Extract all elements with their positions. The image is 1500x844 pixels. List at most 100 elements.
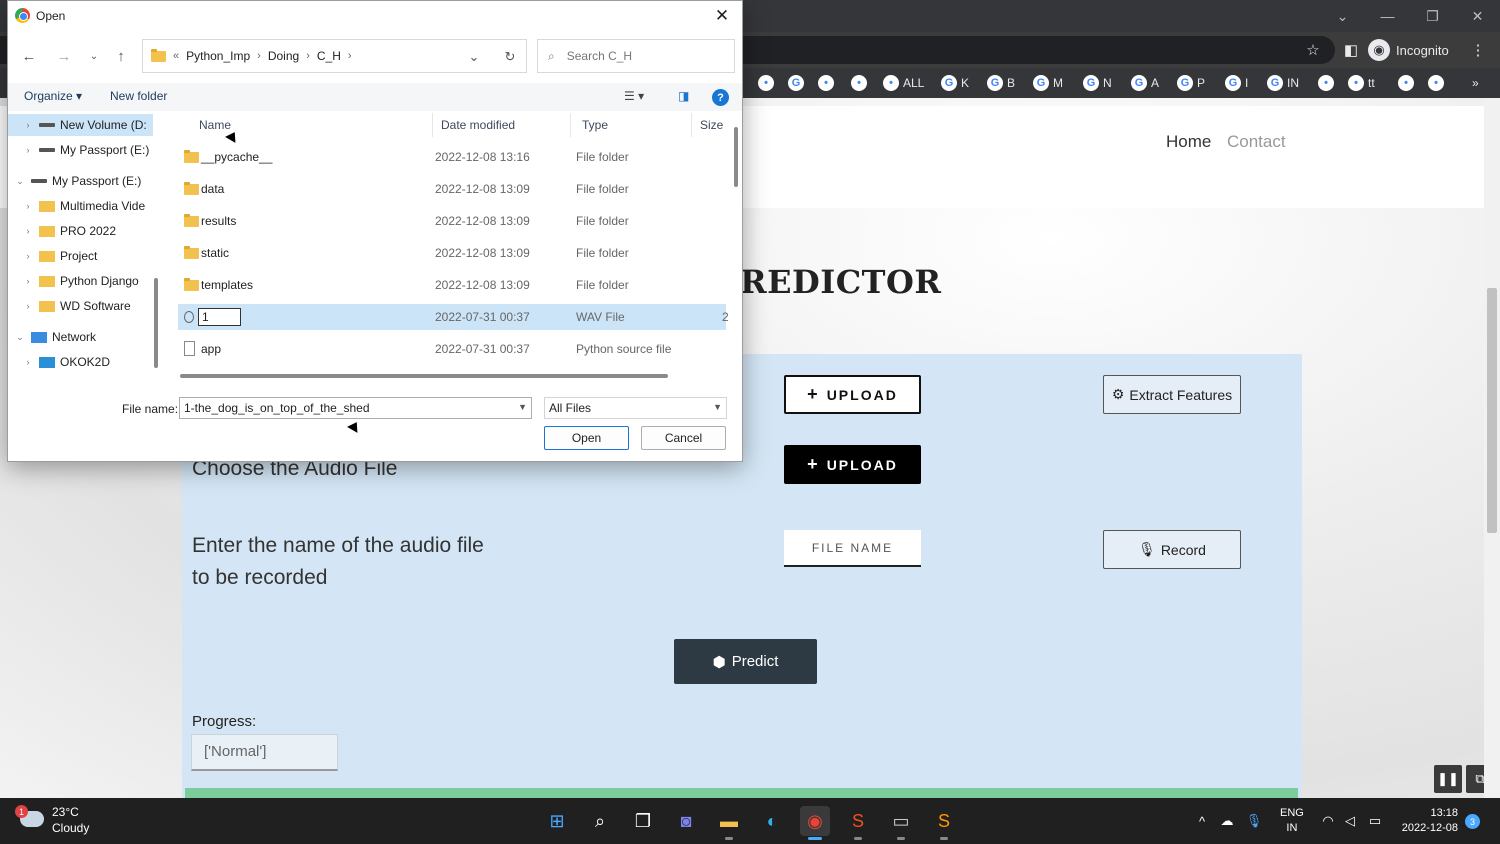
upload-button-primary[interactable]: + UPLOAD — [784, 375, 921, 414]
page-scrollbar[interactable] — [1484, 98, 1500, 798]
chevron-right-icon[interactable]: › — [22, 120, 34, 130]
chevron-down-icon[interactable]: ⌄ — [14, 332, 26, 343]
minimize-icon[interactable]: — — [1365, 0, 1410, 32]
address-dropdown-icon[interactable]: ⌄ — [461, 40, 487, 74]
battery-icon[interactable]: ▭ — [1364, 806, 1386, 836]
bookmark-item[interactable]: G IN — [1267, 73, 1299, 93]
rename-input[interactable]: 1 — [198, 308, 241, 326]
help-icon[interactable]: ? — [712, 89, 729, 106]
chevron-down-icon[interactable]: ⌄ — [1320, 0, 1365, 32]
breadcrumb-item[interactable]: C_H — [317, 49, 341, 63]
weather-widget[interactable]: 1 23°C Cloudy — [15, 804, 89, 836]
bookmark-item[interactable]: • — [1318, 73, 1338, 93]
search-input[interactable]: ⌕ Search C_H — [537, 39, 735, 73]
extract-features-button[interactable]: ⚙ Extract Features — [1103, 375, 1241, 414]
tree-item[interactable]: › My Passport (E:) — [8, 139, 153, 161]
tree-item[interactable]: › Multimedia Vide — [8, 195, 153, 217]
open-button[interactable]: Open — [544, 426, 629, 450]
tree-item[interactable]: › WD Software — [8, 295, 153, 317]
file-list-horizontal-scrollbar[interactable] — [178, 371, 668, 379]
bookmark-item[interactable]: GN — [1083, 73, 1112, 93]
breadcrumb-chevron-icon[interactable]: › — [348, 50, 352, 62]
onedrive-icon[interactable]: ☁ — [1216, 806, 1238, 836]
file-row[interactable]: app 2022-07-31 00:37 Python source file — [178, 336, 726, 362]
chevron-right-icon[interactable]: › — [22, 201, 34, 211]
recent-locations-chevron-icon[interactable]: ⌄ — [83, 45, 105, 67]
sidebar-icon[interactable]: ◧ — [1341, 40, 1361, 60]
star-icon[interactable]: ☆ — [1303, 40, 1323, 60]
task-view-icon[interactable]: ❐ — [628, 806, 658, 836]
nav-home-link[interactable]: Home — [1166, 132, 1211, 152]
preview-pane-icon[interactable]: ◨ — [678, 89, 689, 103]
menu-icon[interactable]: ⋮ — [1468, 40, 1488, 60]
up-arrow-icon[interactable]: ↑ — [110, 45, 132, 67]
start-icon[interactable]: ⊞ — [542, 806, 572, 836]
tree-item[interactable]: › New Volume (D: — [8, 114, 153, 136]
chevron-right-icon[interactable]: › — [22, 276, 34, 286]
bookmarks-overflow-icon[interactable]: » — [1472, 73, 1479, 93]
search-icon[interactable]: ⌕ — [585, 806, 615, 836]
bookmark-item[interactable]: • tt — [1348, 73, 1375, 93]
bookmark-item[interactable]: G — [788, 73, 808, 93]
bookmark-item[interactable]: • — [818, 73, 838, 93]
tree-item[interactable]: › OKOK2D — [8, 351, 153, 373]
nav-contact-link[interactable]: Contact — [1227, 132, 1286, 152]
bookmark-item[interactable]: GB — [987, 73, 1015, 93]
terminal-icon[interactable]: ▭ — [886, 806, 916, 840]
file-type-select[interactable]: All Files ▼ — [544, 397, 727, 419]
tree-item[interactable]: ⌄ Network — [8, 326, 153, 348]
sublime-text-icon[interactable]: S — [929, 806, 959, 840]
chevron-right-icon[interactable]: › — [22, 357, 34, 367]
column-header-size[interactable]: Size — [694, 113, 728, 137]
scrollbar-thumb[interactable] — [734, 127, 738, 187]
close-icon[interactable]: ✕ — [708, 5, 736, 27]
column-header-type[interactable]: Type — [576, 113, 692, 137]
scrollbar-thumb[interactable] — [180, 374, 668, 378]
incognito-indicator[interactable]: ◉ Incognito — [1368, 37, 1449, 63]
organize-button[interactable]: Organize ▾ — [24, 89, 82, 103]
bookmark-item[interactable]: GA — [1131, 73, 1159, 93]
clock[interactable]: 13:18 2022-12-08 — [1398, 806, 1458, 836]
microphone-icon[interactable]: 🎙 — [1244, 806, 1264, 836]
file-row[interactable]: 1 2022-07-31 00:37 WAV File 2 — [178, 304, 729, 330]
cancel-button[interactable]: Cancel — [641, 426, 726, 450]
tree-item[interactable]: › Project — [8, 245, 153, 267]
close-icon[interactable]: ✕ — [1455, 0, 1500, 32]
wifi-icon[interactable]: ◠ — [1318, 806, 1338, 836]
predict-button[interactable]: ⬢ Predict — [674, 639, 817, 684]
teams-chat-icon[interactable]: ◙ — [671, 806, 701, 836]
tree-item[interactable]: ⌄ My Passport (E:) — [8, 170, 153, 192]
tree-item[interactable]: › Python Django — [8, 270, 153, 292]
file-row[interactable]: static 2022-12-08 13:09 File folder — [178, 240, 726, 266]
file-name-input[interactable]: FILE NAME — [784, 530, 921, 567]
breadcrumb-item[interactable]: Python_Imp — [186, 49, 250, 63]
pause-icon[interactable]: ❚❚ — [1434, 765, 1462, 793]
file-list-scrollbar[interactable] — [732, 113, 742, 371]
bookmark-item[interactable]: • — [851, 73, 871, 93]
chevron-right-icon[interactable]: › — [22, 251, 34, 261]
file-row[interactable]: data 2022-12-08 13:09 File folder — [178, 176, 726, 202]
breadcrumb[interactable]: « Python_Imp › Doing › C_H › ⌄ ↻ — [142, 39, 527, 73]
scrollbar-thumb[interactable] — [154, 278, 158, 368]
bookmark-item[interactable]: • — [1428, 73, 1448, 93]
bookmark-item[interactable]: • — [758, 73, 778, 93]
volume-icon[interactable]: ◁ — [1340, 806, 1360, 836]
restore-icon[interactable]: ❐ — [1410, 0, 1455, 32]
file-name-field[interactable]: 1-the_dog_is_on_top_of_the_shed ▼ — [179, 397, 532, 419]
bookmark-item[interactable]: • ALL — [883, 73, 924, 93]
sublime-merge-icon[interactable]: S — [843, 806, 873, 840]
bookmark-item[interactable]: GP — [1177, 73, 1205, 93]
scrollbar-thumb[interactable] — [1487, 288, 1497, 533]
bookmark-item[interactable]: • — [1398, 73, 1418, 93]
chevron-right-icon[interactable]: › — [22, 226, 34, 236]
view-options-icon[interactable]: ☰ ▾ — [624, 89, 644, 103]
file-explorer-icon[interactable]: ▬ — [714, 806, 744, 840]
bookmark-item[interactable]: GI — [1225, 73, 1248, 93]
chevron-down-icon[interactable]: ▼ — [518, 402, 527, 412]
column-header-date[interactable]: Date modified — [435, 113, 571, 137]
breadcrumb-chevron-icon[interactable]: › — [306, 50, 310, 62]
file-row[interactable]: results 2022-12-08 13:09 File folder — [178, 208, 726, 234]
tree-scrollbar[interactable] — [153, 113, 161, 375]
bookmark-item[interactable]: GM — [1033, 73, 1063, 93]
edge-icon[interactable]: ◐ — [757, 806, 787, 836]
